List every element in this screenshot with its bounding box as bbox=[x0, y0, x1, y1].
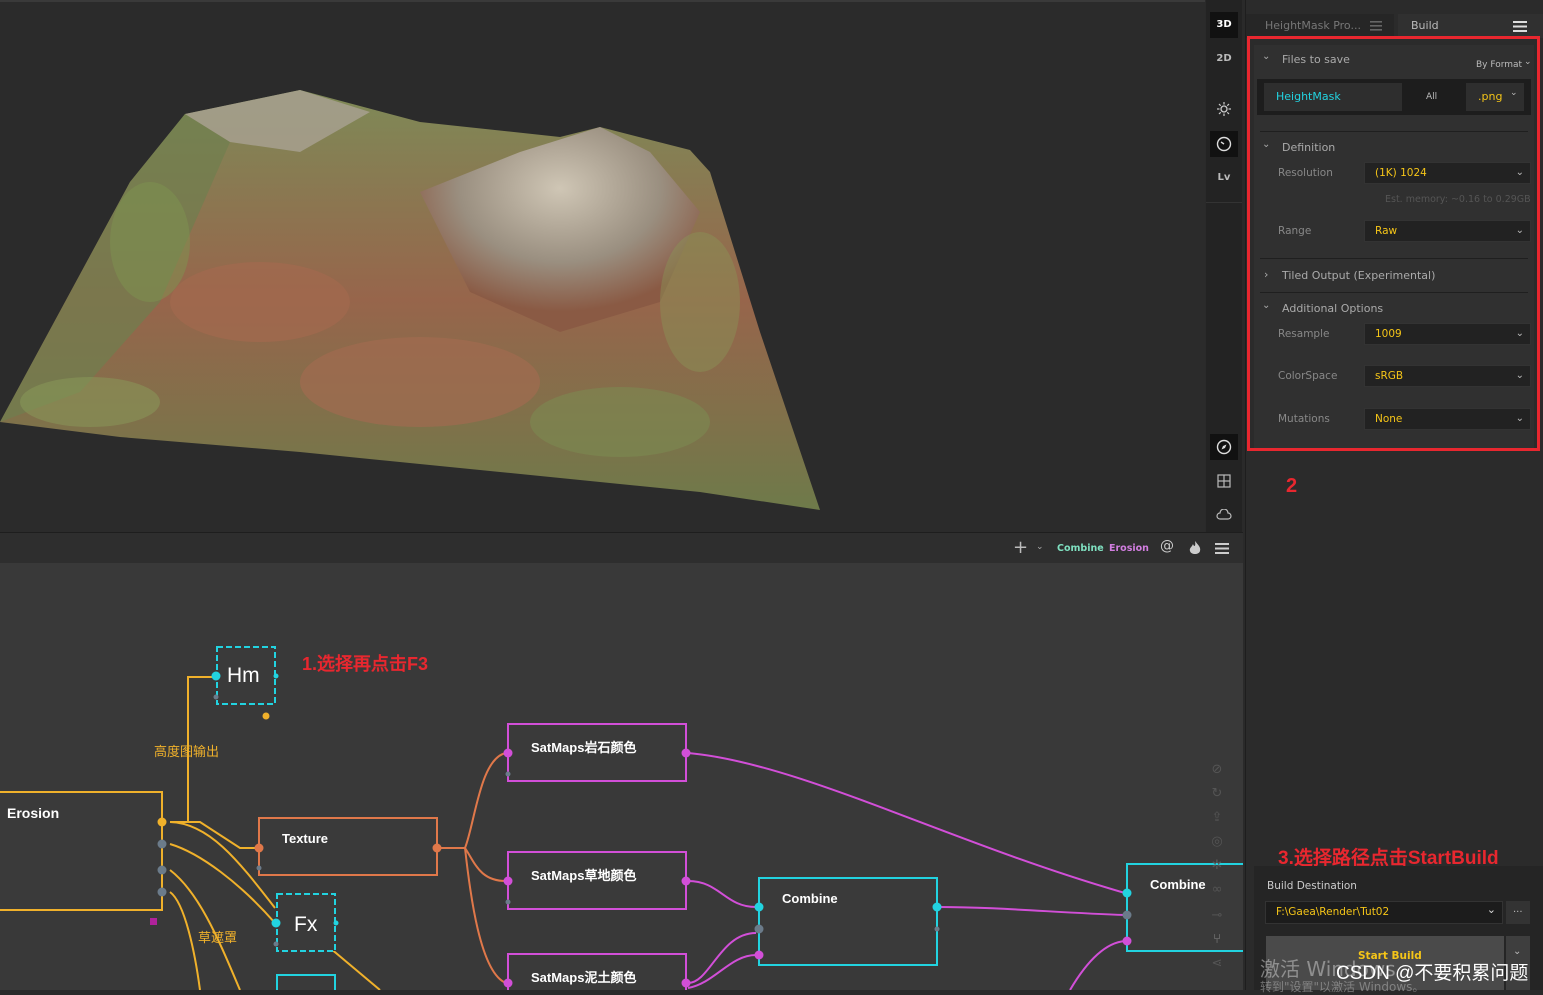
fx-node-label[interactable]: Fx bbox=[294, 913, 317, 937]
view-2d-button[interactable]: 2D bbox=[1210, 46, 1238, 72]
disable-icon[interactable]: ⊘ bbox=[1208, 761, 1226, 779]
destination-path-dropdown[interactable]: F:\Gaea\Render\Tut02 ⌄ bbox=[1265, 901, 1503, 924]
sun-icon[interactable] bbox=[1210, 96, 1238, 122]
satmaps-grass-label[interactable]: SatMaps草地颜色 bbox=[531, 865, 636, 884]
terrain-render bbox=[0, 90, 820, 510]
highlight-box bbox=[1247, 36, 1540, 451]
level-button[interactable]: Lv bbox=[1210, 165, 1238, 191]
grass-mask-label: 草遮罩 bbox=[198, 931, 238, 946]
view-3d-button[interactable]: 3D bbox=[1210, 12, 1238, 38]
texture-node bbox=[258, 817, 438, 876]
browse-button[interactable]: ... bbox=[1506, 901, 1530, 924]
graph-wires bbox=[0, 646, 1243, 990]
right-panel: HeightMask Pro... Build ⌄ Files to save … bbox=[1245, 0, 1543, 990]
gauge-icon[interactable] bbox=[1210, 131, 1238, 157]
height-output-label: 高度图输出 bbox=[154, 745, 220, 760]
graph-toolbar: + ⌄ Combine Erosion @ bbox=[0, 532, 1243, 564]
add-node-icon[interactable]: + bbox=[1013, 537, 1028, 558]
erosion-node-label[interactable]: Erosion bbox=[7, 805, 59, 821]
cloud-icon[interactable] bbox=[1210, 502, 1238, 528]
viewport-toolbar: 3D 2D Lv bbox=[1206, 0, 1242, 532]
erosion-chip[interactable]: Erosion bbox=[1109, 543, 1149, 554]
build-destination-label: Build Destination bbox=[1267, 880, 1357, 892]
branch-icon[interactable]: ⑂ bbox=[1208, 931, 1226, 949]
combine-node-2-label[interactable]: Combine bbox=[1150, 877, 1206, 892]
grid-layout-icon[interactable] bbox=[1210, 468, 1238, 494]
chevron-down-icon[interactable]: ⌄ bbox=[1036, 542, 1044, 552]
texture-node-label[interactable]: Texture bbox=[282, 831, 328, 846]
tab-build[interactable]: Build bbox=[1398, 14, 1543, 38]
node-graph[interactable]: Erosion Hm Texture Fx SatMaps岩石颜色 SatMap… bbox=[0, 563, 1243, 990]
annotation-step1: 1.选择再点击F3 bbox=[302, 654, 429, 674]
at-icon[interactable]: @ bbox=[1160, 538, 1174, 554]
combine-chip[interactable]: Combine bbox=[1057, 543, 1104, 554]
fire-icon[interactable] bbox=[1189, 541, 1201, 556]
3d-viewport[interactable] bbox=[0, 0, 1205, 532]
annotation-step2: 2 bbox=[1286, 475, 1298, 497]
link-icon[interactable]: ∞ bbox=[1208, 881, 1226, 899]
refresh-icon[interactable]: ↻ bbox=[1208, 785, 1226, 803]
satmaps-rock-label[interactable]: SatMaps岩石颜色 bbox=[531, 737, 636, 756]
tab-build-menu-icon bbox=[1513, 21, 1527, 32]
target-icon[interactable]: ◎ bbox=[1208, 833, 1226, 851]
tab-heightmask[interactable]: HeightMask Pro... bbox=[1246, 14, 1394, 38]
combine-node-1-label[interactable]: Combine bbox=[782, 891, 838, 906]
export-icon[interactable]: ⇪ bbox=[1208, 809, 1226, 827]
settings-icon[interactable]: ✲ bbox=[1208, 857, 1226, 875]
csdn-watermark: CSDN @不要积累问题 bbox=[1336, 963, 1529, 984]
port-icon[interactable]: ⊸ bbox=[1208, 907, 1226, 925]
tab-menu-icon bbox=[1370, 21, 1382, 31]
menu-icon[interactable] bbox=[1215, 543, 1229, 554]
compass-icon[interactable] bbox=[1210, 434, 1238, 460]
share-icon[interactable]: ⋖ bbox=[1208, 955, 1226, 973]
hm-node-label[interactable]: Hm bbox=[227, 664, 260, 688]
satmaps-soil-label[interactable]: SatMaps泥土颜色 bbox=[531, 967, 636, 986]
